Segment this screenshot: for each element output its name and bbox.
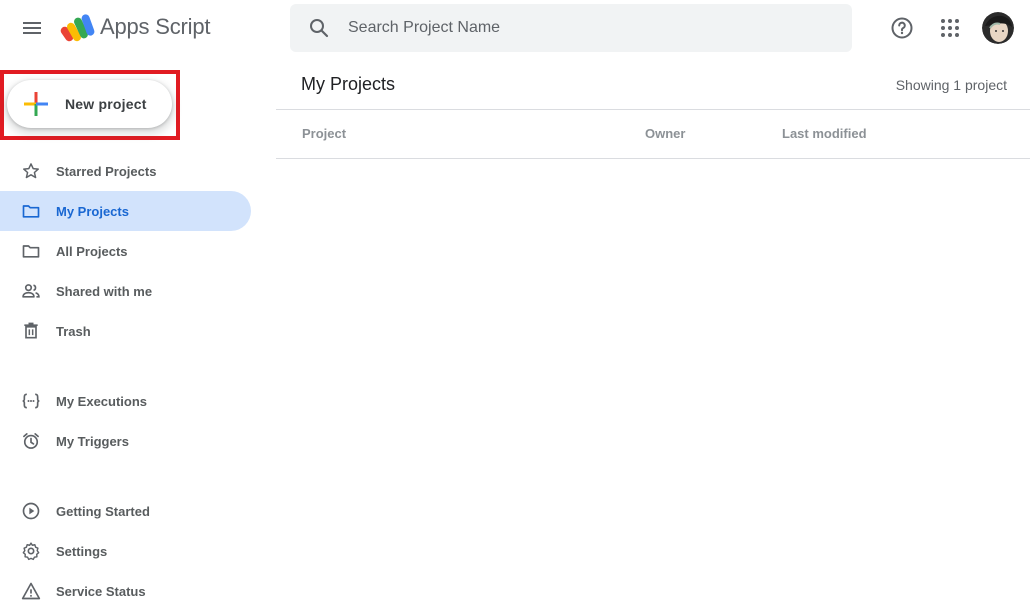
- search-bar[interactable]: [290, 4, 852, 52]
- trash-icon: [21, 321, 41, 341]
- divider: [276, 109, 1030, 110]
- executions-icon: [21, 391, 41, 411]
- sidebar-item-trash[interactable]: Trash: [0, 311, 251, 351]
- top-app-bar: Apps Script: [0, 0, 1030, 56]
- sidebar-item-label: All Projects: [56, 243, 128, 259]
- new-project-label: New project: [65, 96, 147, 112]
- sidebar-item-label: Trash: [56, 323, 91, 339]
- search-input[interactable]: [348, 19, 828, 37]
- app-title: Apps Script: [100, 14, 211, 39]
- column-header-owner[interactable]: Owner: [645, 126, 685, 141]
- account-avatar[interactable]: [982, 12, 1014, 44]
- sidebar-item-my-executions[interactable]: My Executions: [0, 381, 251, 421]
- sidebar-item-starred-projects[interactable]: Starred Projects: [0, 151, 251, 191]
- hamburger-menu-icon: [23, 22, 41, 34]
- sidebar-item-label: Getting Started: [56, 503, 150, 519]
- alarm-icon: [21, 431, 41, 451]
- sidebar-item-shared-with-me[interactable]: Shared with me: [0, 271, 251, 311]
- project-count: Showing 1 project: [895, 77, 1007, 93]
- sidebar-item-all-projects[interactable]: All Projects: [0, 231, 251, 271]
- star-icon: [21, 161, 41, 181]
- apps-script-logo[interactable]: [60, 12, 96, 44]
- plus-icon: [24, 92, 48, 116]
- page-title: My Projects: [301, 74, 396, 94]
- sidebar-item-settings[interactable]: Settings: [0, 531, 251, 571]
- sidebar-item-service-status[interactable]: Service Status: [0, 571, 251, 610]
- sidebar-item-label: Service Status: [56, 583, 146, 599]
- help-button[interactable]: [884, 10, 920, 46]
- column-header-last-modified[interactable]: Last modified: [782, 126, 867, 141]
- sidebar-item-getting-started[interactable]: Getting Started: [0, 491, 251, 531]
- play-circle-icon: [21, 501, 41, 521]
- folder-icon: [21, 241, 41, 261]
- sidebar-item-my-projects[interactable]: My Projects: [0, 191, 251, 231]
- people-icon: [21, 281, 41, 301]
- new-project-button[interactable]: New project: [7, 80, 172, 128]
- profile-photo-icon: [982, 12, 1014, 44]
- gear-icon: [21, 541, 41, 561]
- google-apps-button[interactable]: [932, 10, 968, 46]
- help-icon: [891, 17, 913, 39]
- column-header-project[interactable]: Project: [302, 126, 346, 141]
- divider: [276, 158, 1030, 159]
- main-menu-button[interactable]: [14, 10, 50, 46]
- warning-icon: [21, 581, 41, 601]
- sidebar-item-label: Shared with me: [56, 283, 153, 299]
- folder-icon: [21, 201, 41, 221]
- sidebar-item-label: My Executions: [56, 393, 148, 409]
- sidebar-item-label: Settings: [56, 543, 108, 559]
- sidebar-item-label: My Triggers: [56, 433, 129, 449]
- sidebar-item-label: Starred Projects: [56, 163, 157, 179]
- sidebar-item-label: My Projects: [56, 203, 129, 219]
- search-icon[interactable]: [307, 16, 331, 40]
- apps-grid-icon: [941, 19, 959, 37]
- sidebar-item-my-triggers[interactable]: My Triggers: [0, 421, 251, 461]
